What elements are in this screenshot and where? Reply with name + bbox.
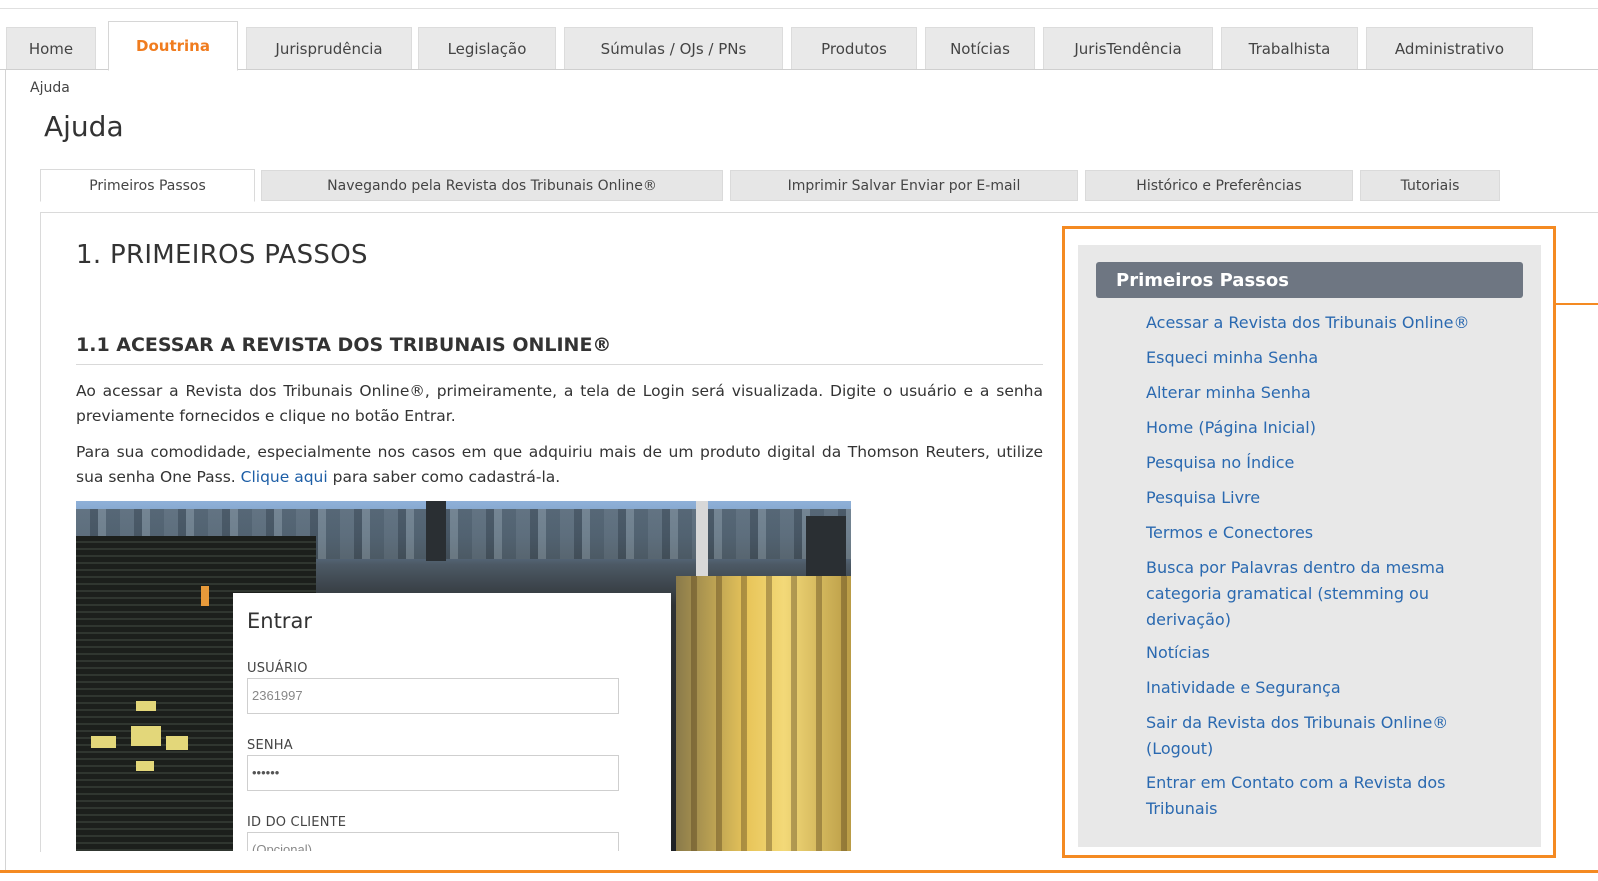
link-pesquisa-livre[interactable]: Pesquisa Livre <box>1146 485 1521 511</box>
onepass-text-end: para saber como cadastrá-la. <box>327 468 561 486</box>
login-title: Entrar <box>247 609 312 633</box>
tab-noticias[interactable]: Notícias <box>925 27 1035 69</box>
subsection-divider <box>76 364 1043 365</box>
subtab-navegando[interactable]: Navegando pela Revista dos Tribunais Onl… <box>261 170 723 201</box>
clique-aqui-link[interactable]: Clique aqui <box>241 468 328 486</box>
subtab-imprimir[interactable]: Imprimir Salvar Enviar por E-mail <box>730 170 1078 201</box>
tab-sumulas[interactable]: Súmulas / OJs / PNs <box>564 27 783 69</box>
tab-produtos[interactable]: Produtos <box>791 27 917 69</box>
building-column <box>691 576 697 851</box>
page-title: Ajuda <box>44 110 124 143</box>
tab-administrativo[interactable]: Administrativo <box>1366 27 1533 69</box>
left-border <box>5 70 6 870</box>
highlight-connector <box>1556 303 1598 305</box>
building-right <box>676 576 851 851</box>
side-panel-title: Primeiros Passos <box>1096 262 1523 298</box>
tab-jurisprudencia[interactable]: Jurisprudência <box>246 27 412 69</box>
link-termos-conectores[interactable]: Termos e Conectores <box>1146 520 1521 546</box>
link-home[interactable]: Home (Página Inicial) <box>1146 415 1521 441</box>
tab-juristendencia[interactable]: JurisTendência <box>1043 27 1213 69</box>
link-inatividade[interactable]: Inatividade e Segurança <box>1146 675 1521 701</box>
tower-shape <box>426 501 446 561</box>
tab-doutrina[interactable]: Doutrina <box>108 21 238 71</box>
building-column <box>841 576 847 851</box>
link-sair[interactable]: Sair da Revista dos Tribunais Online® (L… <box>1146 710 1506 762</box>
building-column <box>791 576 797 851</box>
user-field: 2361997 <box>247 678 619 714</box>
password-field: •••••• <box>247 755 619 791</box>
breadcrumb[interactable]: Ajuda <box>30 80 70 96</box>
subtab-primeiros-passos[interactable]: Primeiros Passos <box>40 169 255 202</box>
antenna-shape <box>696 501 708 576</box>
login-box: Entrar USUÁRIO 2361997 SENHA •••••• ID D… <box>233 593 671 851</box>
tab-legislacao[interactable]: Legislação <box>418 27 556 69</box>
subtab-historico[interactable]: Histórico e Preferências <box>1085 170 1353 201</box>
top-divider <box>0 8 1598 9</box>
section-title: 1. PRIMEIROS PASSOS <box>76 240 368 270</box>
lit-window <box>136 701 156 711</box>
user-label: USUÁRIO <box>247 661 308 676</box>
subsection-title: 1.1 ACESSAR A REVISTA DOS TRIBUNAIS ONLI… <box>76 334 612 356</box>
subtab-tutoriais[interactable]: Tutoriais <box>1360 170 1500 201</box>
tab-home[interactable]: Home <box>6 27 96 69</box>
lit-window <box>166 736 188 750</box>
onepass-paragraph: Para sua comodidade, especialmente nos c… <box>76 440 1043 490</box>
building-column <box>741 576 747 851</box>
tab-trabalhista[interactable]: Trabalhista <box>1221 27 1358 69</box>
link-busca-palavras[interactable]: Busca por Palavras dentro da mesma categ… <box>1146 555 1496 633</box>
intro-paragraph: Ao acessar a Revista dos Tribunais Onlin… <box>76 382 1043 425</box>
building-column <box>716 576 722 851</box>
link-esqueci-senha[interactable]: Esqueci minha Senha <box>1146 345 1521 371</box>
lit-window <box>201 586 209 606</box>
login-screen-image: Entrar USUÁRIO 2361997 SENHA •••••• ID D… <box>76 501 851 851</box>
lit-window <box>136 761 154 771</box>
password-label: SENHA <box>247 738 293 753</box>
client-id-field: (Opcional) <box>247 832 619 851</box>
link-acessar[interactable]: Acessar a Revista dos Tribunais Online® <box>1146 310 1521 336</box>
link-alterar-senha[interactable]: Alterar minha Senha <box>1146 380 1521 406</box>
client-id-label: ID DO CLIENTE <box>247 815 347 830</box>
bottom-accent-rule <box>0 870 1598 873</box>
link-noticias[interactable]: Notícias <box>1146 640 1521 666</box>
link-pesquisa-indice[interactable]: Pesquisa no Índice <box>1146 450 1521 476</box>
link-contato[interactable]: Entrar em Contato com a Revista dos Trib… <box>1146 770 1491 822</box>
lit-window <box>91 736 116 748</box>
building-column <box>816 576 822 851</box>
lit-window <box>131 726 161 746</box>
building-column <box>766 576 772 851</box>
top-navigation: Home Doutrina Jurisprudência Legislação … <box>0 0 1598 71</box>
